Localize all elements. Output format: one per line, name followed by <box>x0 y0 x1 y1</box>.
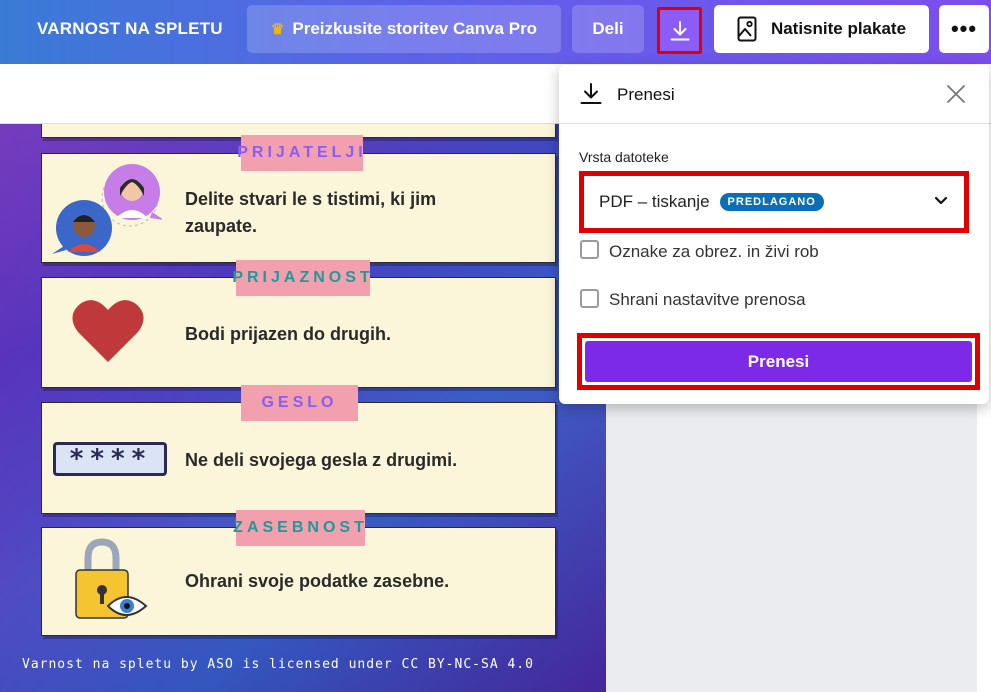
tag-prijatelji-label: PRIJATELJI <box>237 144 367 161</box>
download-panel: Prenesi Vrsta datoteke PDF – tiskanje PR… <box>559 65 989 404</box>
password-icon: **** <box>53 442 167 476</box>
close-icon[interactable] <box>945 83 967 105</box>
suggested-badge: PREDLAGANO <box>719 193 824 211</box>
download-panel-header: Prenesi <box>559 65 989 124</box>
download-panel-title: Prenesi <box>617 85 675 104</box>
tag-geslo-label: GESLO <box>261 394 338 411</box>
crop-marks-label: Oznake za obrez. in živi rob <box>609 242 819 261</box>
download-confirm-highlight: Prenesi <box>577 333 980 390</box>
card-privacy-text: Ohrani svoje podatke zasebne. <box>185 571 450 591</box>
card-password-text: Ne deli svojega gesla z drugimi. <box>185 450 458 470</box>
card-friends-text: Delite stvari le s tistimi, ki jim zaupa… <box>185 189 437 236</box>
share-button[interactable]: Deli <box>572 5 644 53</box>
tag-zasebnost-label: ZASEBNOST <box>233 519 368 536</box>
try-canva-pro-label: Preizkusite storitev Canva Pro <box>292 19 538 38</box>
download-icon <box>670 20 689 40</box>
card-kindness-text: Bodi prijazen do drugih. <box>185 324 391 344</box>
password-mask: **** <box>68 444 152 474</box>
file-type-select[interactable]: PDF – tiskanje PREDLAGANO <box>579 171 969 233</box>
more-options-button[interactable]: ••• <box>939 5 989 53</box>
print-image-icon <box>737 16 757 42</box>
tag-prijaznost-label: PRIJAZNOST <box>232 269 374 286</box>
print-posters-label: Natisnite plakate <box>770 19 907 38</box>
download-icon <box>580 83 602 104</box>
padlock-eye-icon <box>75 538 148 619</box>
save-settings-checkbox[interactable] <box>580 289 599 308</box>
poster-canvas[interactable]: PRIJATELJI Delite stvari le s tistimi, k… <box>0 124 606 692</box>
license-credit: Varnost na spletu by ASO is licensed und… <box>22 657 534 672</box>
heart-icon <box>72 300 144 362</box>
tag-zasebnost: ZASEBNOST <box>233 510 368 546</box>
file-type-value: PDF – tiskanje <box>599 192 710 211</box>
top-bar: VARNOST NA SPLETU ♛ Preizkusite storitev… <box>0 0 991 64</box>
save-settings-label: Shrani nastavitve prenosa <box>609 290 806 309</box>
tag-prijaznost: PRIJAZNOST <box>232 260 370 296</box>
design-title[interactable]: VARNOST NA SPLETU <box>37 19 223 39</box>
friends-avatars-icon <box>52 164 162 256</box>
download-button[interactable] <box>657 7 702 54</box>
crop-marks-checkbox[interactable] <box>580 240 599 259</box>
tag-geslo: GESLO <box>241 385 358 421</box>
crown-icon: ♛ <box>270 21 285 38</box>
download-confirm-button[interactable]: Prenesi <box>585 341 972 382</box>
tag-prijatelji: PRIJATELJI <box>237 135 363 171</box>
chevron-down-icon <box>934 196 948 205</box>
try-canva-pro-button[interactable]: ♛ Preizkusite storitev Canva Pro <box>247 5 561 53</box>
file-type-label: Vrsta datoteke <box>579 149 669 165</box>
print-posters-button[interactable]: Natisnite plakate <box>714 5 929 53</box>
